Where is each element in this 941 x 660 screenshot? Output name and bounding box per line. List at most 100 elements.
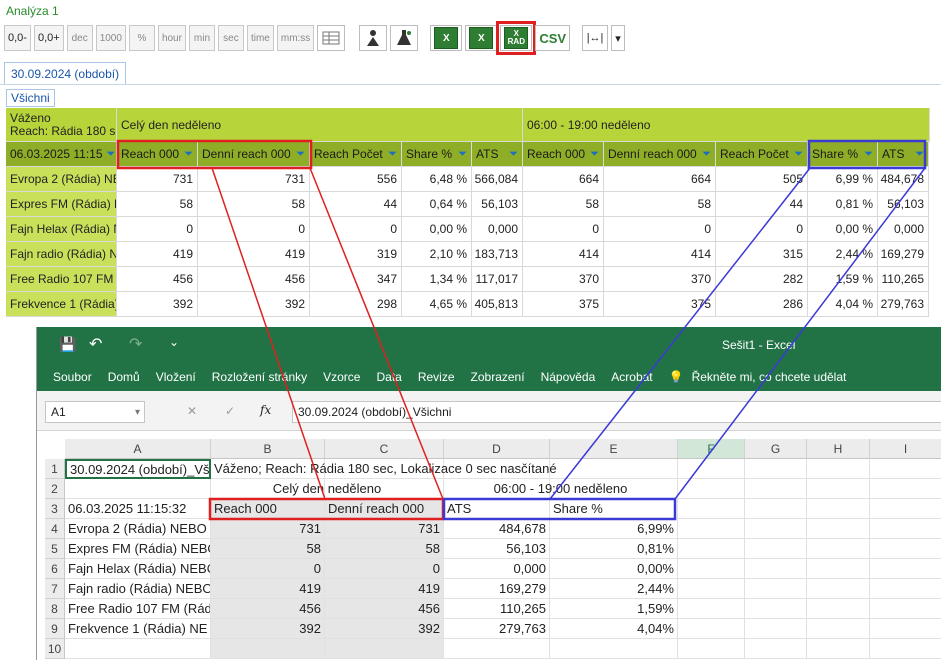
sheet-cell[interactable]: 2,44% (550, 579, 678, 599)
sheet-cell[interactable] (870, 479, 941, 499)
sheet-cell[interactable] (745, 639, 807, 659)
sheet-cell[interactable] (325, 639, 444, 659)
sheet-cell[interactable] (678, 599, 745, 619)
sheet-cell[interactable] (745, 559, 807, 579)
name-box[interactable]: A1 ▾ (45, 401, 145, 423)
row-header[interactable]: 7 (45, 579, 65, 599)
ribbon-tab[interactable]: Data (376, 370, 401, 384)
column-header[interactable]: Denní reach 000 ⏷ (198, 142, 310, 167)
column-header-g[interactable]: G (745, 439, 807, 459)
tab-period[interactable]: 30.09.2024 (období) (4, 62, 127, 84)
sheet-cell[interactable]: 0,00% (550, 559, 678, 579)
cancel-icon[interactable]: ✕ (187, 404, 197, 418)
sheet-cell[interactable]: 731 (325, 519, 444, 539)
sheet-cell[interactable] (870, 459, 941, 479)
column-header-i[interactable]: I (870, 439, 941, 459)
column-header[interactable]: Reach 000 ⏷ (117, 142, 198, 167)
thousands-button[interactable]: 1000 (95, 25, 126, 51)
sheet-cell[interactable]: 392 (211, 619, 325, 639)
ribbon-tab[interactable]: Domů (108, 370, 140, 384)
column-header[interactable]: ATS ⏷ (472, 142, 523, 167)
sheet-cell[interactable] (678, 499, 745, 519)
column-header-b[interactable]: B (211, 439, 325, 459)
row-header[interactable]: 4 (45, 519, 65, 539)
person-analysis-button[interactable] (359, 25, 388, 51)
sheet-cell[interactable] (745, 619, 807, 639)
sheet-cell[interactable]: 56,103 (444, 539, 550, 559)
sheet-cell[interactable]: 279,763 (444, 619, 550, 639)
ribbon-tab[interactable]: Rozložení stránky (212, 370, 307, 384)
flask-button[interactable] (390, 25, 419, 51)
sheet-cell[interactable] (444, 639, 550, 659)
sheet-cell[interactable] (678, 539, 745, 559)
row-header[interactable]: 1 (45, 459, 65, 479)
table-row[interactable]: Frekvence 1 (Rádia) 392 392 298 4,65 % 405,81… (6, 292, 929, 317)
ribbon-tab[interactable]: Zobrazení (471, 370, 525, 384)
column-header[interactable]: Reach Počet ⏷ (716, 142, 808, 167)
row-header[interactable]: 5 (45, 539, 65, 559)
cell-a1[interactable]: 30.09.2024 (období)_Vš (65, 459, 211, 479)
redo-icon[interactable]: ↷ (129, 334, 142, 354)
filter-icon[interactable]: ⏷ (702, 148, 711, 161)
sheet-cell[interactable]: 456 (211, 599, 325, 619)
column-header-d[interactable]: D (444, 439, 550, 459)
sheet-cell[interactable]: 4,04% (550, 619, 678, 639)
column-header[interactable]: Denní reach 000 ⏷ (604, 142, 716, 167)
sheet-cell[interactable] (870, 639, 941, 659)
increase-decimals-button[interactable]: 0,0+ (33, 25, 64, 51)
cell-d3[interactable]: ATS (444, 499, 550, 519)
sheet-cell[interactable] (678, 559, 745, 579)
sheet-cell[interactable]: 0 (211, 559, 325, 579)
sheet-cell[interactable] (211, 639, 325, 659)
sheet-cell[interactable]: 419 (211, 579, 325, 599)
filter-icon[interactable]: ⏷ (458, 148, 467, 161)
table-row[interactable]: Evropa 2 (Rádia) NE 731 731 556 6,48 % 566,08… (6, 167, 929, 192)
sheet-cell[interactable]: 58 (211, 539, 325, 559)
sheet-cell[interactable] (807, 479, 870, 499)
filter-icon[interactable]: ⏷ (296, 148, 305, 161)
merged-header-daytime[interactable]: 06:00 - 19:00 neděleno (444, 479, 678, 499)
filter-icon[interactable]: ⏷ (107, 148, 116, 161)
sheet-cell[interactable] (807, 539, 870, 559)
sheet-cell[interactable] (745, 599, 807, 619)
cell-e3[interactable]: Share % (550, 499, 678, 519)
sheet-cell[interactable]: 484,678 (444, 519, 550, 539)
sheet-cell[interactable] (870, 539, 941, 559)
cell-b3[interactable]: Reach 000 (211, 499, 325, 519)
sheet-cell[interactable]: 110,265 (444, 599, 550, 619)
column-header-h[interactable]: H (807, 439, 870, 459)
sheet-cell[interactable]: Frekvence 1 (Rádia) NE (65, 619, 211, 639)
sheet-cell[interactable]: Fajn Helax (Rádia) NEBO (65, 559, 211, 579)
column-header-f[interactable]: F (678, 439, 745, 459)
table-row[interactable]: Fajn Helax (Rádia) N 0 0 0 0,00 % 0,000 0 0 0 0,0… (6, 217, 929, 242)
sheet-cell[interactable] (678, 519, 745, 539)
sheet-cell[interactable]: 0 (325, 559, 444, 579)
column-header[interactable]: Share % ⏷ (808, 142, 878, 167)
sheet-cell[interactable] (745, 499, 807, 519)
filter-icon[interactable]: ⏷ (509, 148, 518, 161)
sheet-cell[interactable] (745, 459, 807, 479)
sheet-cell[interactable] (807, 599, 870, 619)
mmss-button[interactable]: mm:ss (276, 25, 315, 51)
sheet-cell[interactable]: 0,000 (444, 559, 550, 579)
sheet-cell[interactable] (745, 519, 807, 539)
export-csv-button[interactable]: CSV (535, 25, 571, 51)
ribbon-tab[interactable]: Vložení (156, 370, 196, 384)
chart-settings-button[interactable] (317, 25, 346, 51)
sheet-cell[interactable]: 169,279 (444, 579, 550, 599)
min-button[interactable]: min (188, 25, 215, 51)
column-header[interactable]: ATS ⏷ (878, 142, 929, 167)
sec-button[interactable]: sec (217, 25, 244, 51)
export-excel-alt-button[interactable]: X (465, 25, 498, 51)
sheet-cell[interactable] (550, 639, 678, 659)
sheet-cell[interactable]: Evropa 2 (Rádia) NEBO (65, 519, 211, 539)
cell-c3[interactable]: Denní reach 000 (325, 499, 444, 519)
filter-icon[interactable]: ⏷ (915, 148, 924, 161)
column-header[interactable]: Reach Počet ⏷ (310, 142, 402, 167)
ribbon-tab[interactable]: Revize (418, 370, 455, 384)
column-header-e[interactable]: E (550, 439, 678, 459)
row-header[interactable]: 3 (45, 499, 65, 519)
sheet-cell[interactable]: 58 (325, 539, 444, 559)
sheet-cell[interactable] (870, 559, 941, 579)
sheet-cell[interactable] (678, 479, 745, 499)
